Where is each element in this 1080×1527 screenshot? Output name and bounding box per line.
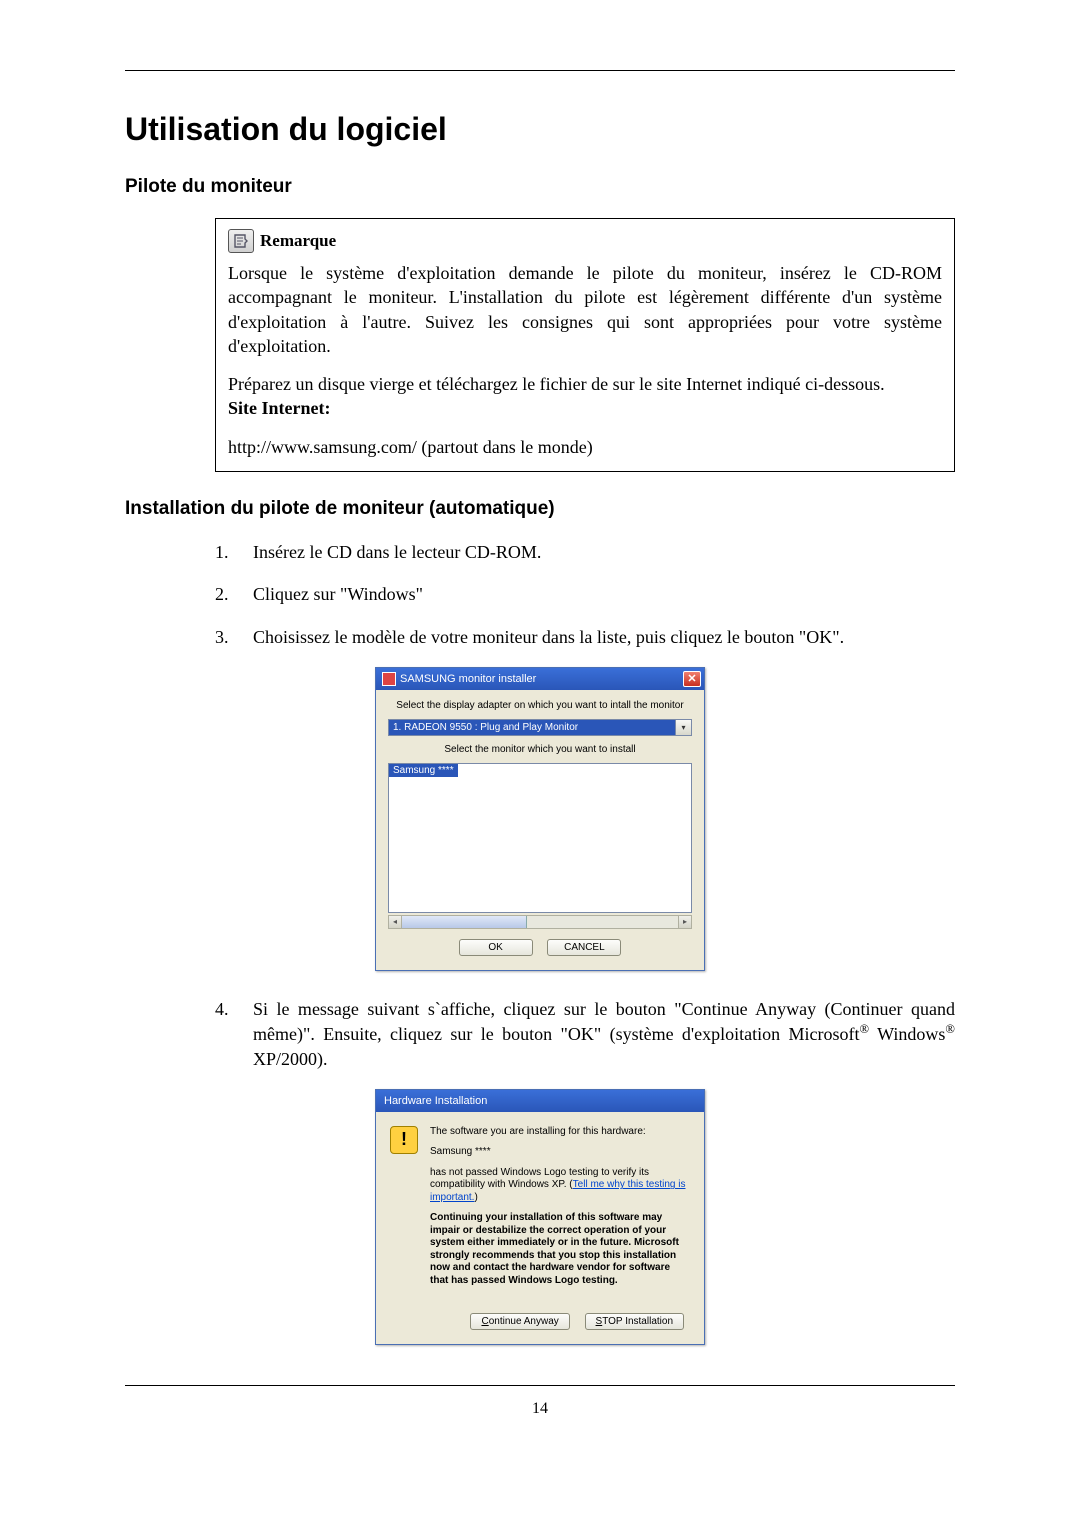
combo-selected: 1. RADEON 9550 : Plug and Play Monitor — [388, 719, 676, 736]
close-icon[interactable]: ✕ — [683, 671, 701, 687]
warning-icon: ! — [390, 1126, 418, 1154]
note-box: Remarque Lorsque le système d'exploitati… — [215, 218, 955, 472]
note-p2: Préparez un disque vierge et téléchargez… — [228, 374, 885, 394]
hw-p1: The software you are installing for this… — [430, 1126, 690, 1139]
cancel-button[interactable]: CANCEL — [547, 939, 621, 956]
step-3: Choisissez le modèle de votre moniteur d… — [253, 625, 844, 649]
hw-p2: Samsung **** — [430, 1146, 690, 1159]
list-item[interactable]: Samsung **** — [389, 764, 458, 777]
note-label: Remarque — [260, 230, 336, 253]
note-url: http://www.samsung.com/ (partout dans le… — [228, 435, 942, 459]
dialog2-title: Hardware Installation — [382, 1095, 701, 1107]
step-num-3: 3. — [215, 625, 235, 649]
page-number: 14 — [125, 1400, 955, 1418]
note-icon — [228, 229, 254, 253]
dialog1-line1: Select the display adapter on which you … — [388, 700, 692, 711]
ok-button[interactable]: OK — [459, 939, 533, 956]
step-1: Insérez le CD dans le lecteur CD-ROM. — [253, 540, 541, 564]
section-install-auto: Installation du pilote de moniteur (auto… — [125, 498, 955, 520]
samsung-installer-dialog: SAMSUNG monitor installer ✕ Select the d… — [375, 667, 705, 971]
dialog1-title-icon — [382, 672, 396, 686]
hardware-installation-dialog: Hardware Installation ! The software you… — [375, 1089, 705, 1346]
dialog1-line2: Select the monitor which you want to ins… — [388, 744, 692, 755]
note-p1: Lorsque le système d'exploitation demand… — [228, 261, 942, 358]
site-internet-label: Site Internet: — [228, 398, 330, 418]
top-rule — [125, 70, 955, 71]
hw-p3: has not passed Windows Logo testing to v… — [430, 1167, 690, 1205]
step-num-2: 2. — [215, 582, 235, 606]
scroll-left-icon[interactable]: ◂ — [388, 915, 402, 929]
page-title: Utilisation du logiciel — [125, 111, 955, 148]
step-4: Si le message suivant s`affiche, cliquez… — [253, 997, 955, 1071]
horizontal-scrollbar[interactable]: ◂ ▸ — [388, 915, 692, 929]
monitor-listbox[interactable]: Samsung **** — [388, 763, 692, 913]
step-2: Cliquez sur "Windows" — [253, 582, 423, 606]
chevron-down-icon[interactable]: ▾ — [676, 719, 692, 736]
dialog1-title: SAMSUNG monitor installer — [400, 673, 683, 685]
continue-anyway-button[interactable]: Continue Anyway — [470, 1313, 569, 1330]
section-pilote: Pilote du moniteur — [125, 176, 955, 198]
step-num-1: 1. — [215, 540, 235, 564]
hw-p4: Continuing your installation of this sof… — [430, 1212, 690, 1287]
step-num-4: 4. — [215, 997, 235, 1071]
scroll-thumb[interactable] — [402, 915, 678, 929]
scroll-right-icon[interactable]: ▸ — [678, 915, 692, 929]
display-adapter-combo[interactable]: 1. RADEON 9550 : Plug and Play Monitor ▾ — [388, 719, 692, 736]
dialog1-titlebar: SAMSUNG monitor installer ✕ — [376, 668, 704, 690]
bottom-rule — [125, 1385, 955, 1386]
dialog2-titlebar: Hardware Installation — [376, 1090, 704, 1112]
stop-installation-button[interactable]: STOP Installation — [585, 1313, 684, 1330]
